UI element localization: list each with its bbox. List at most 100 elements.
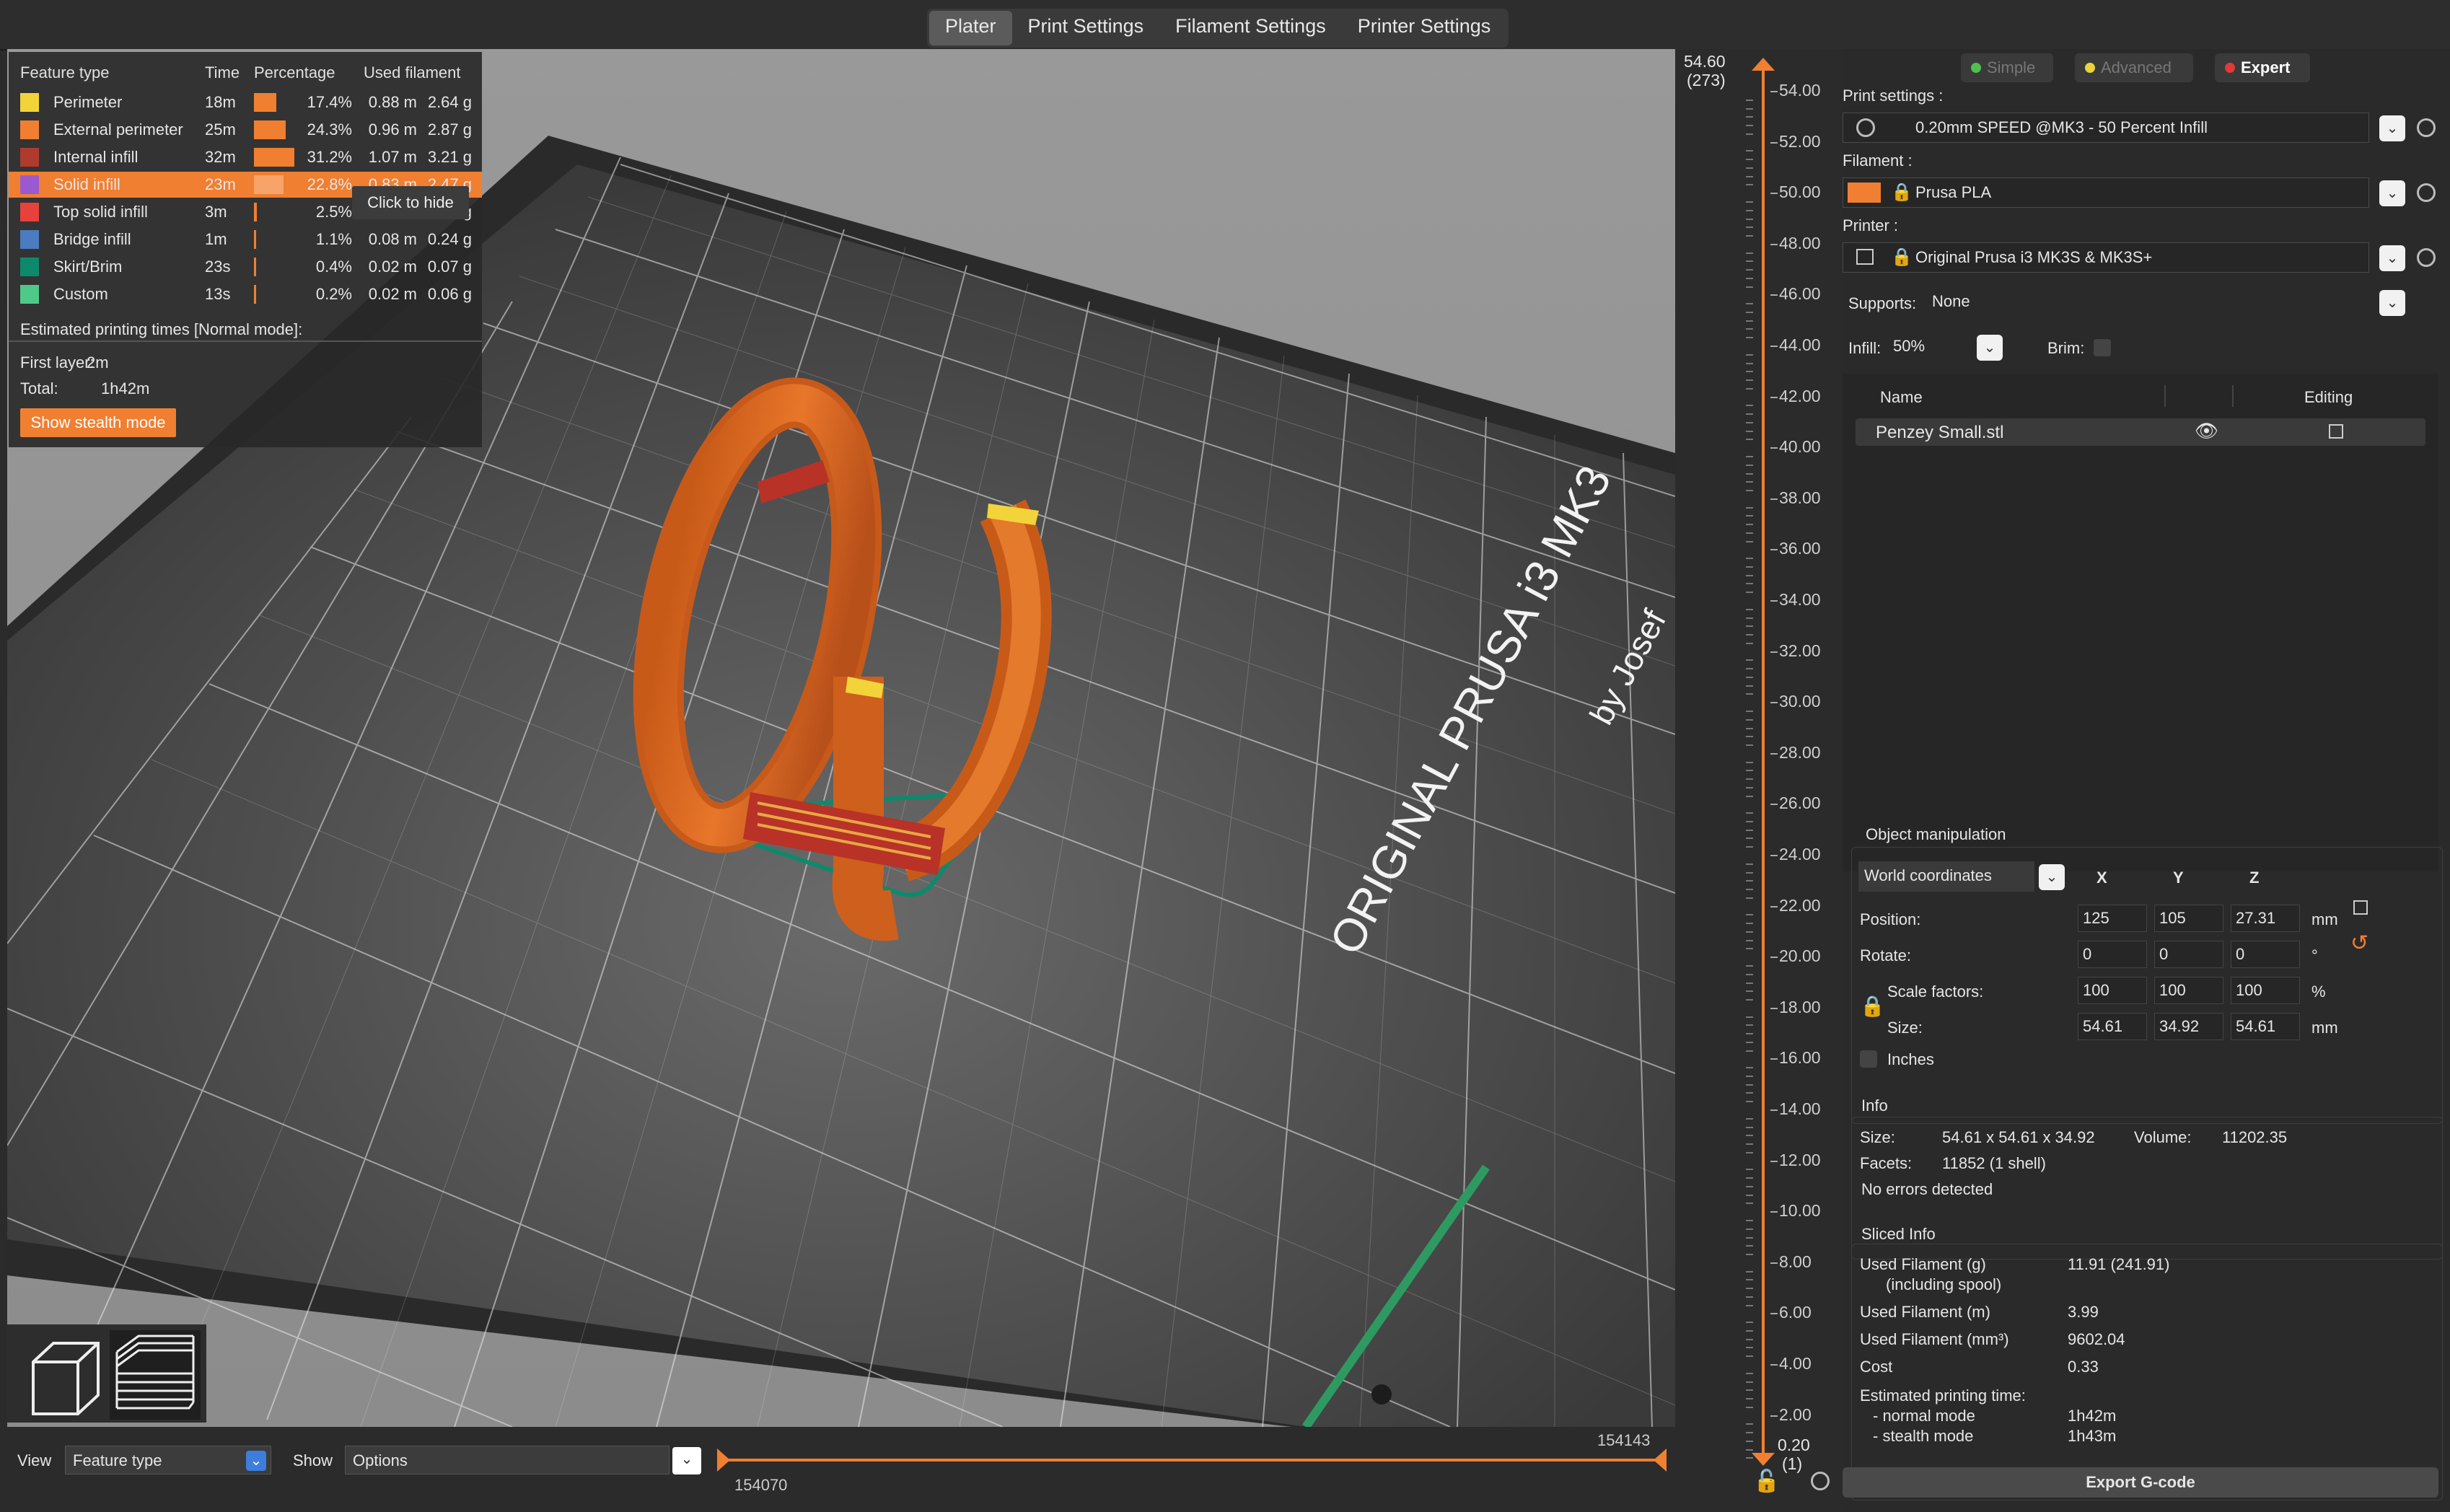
chevron-down-icon[interactable]: ⌄ [2379, 180, 2405, 206]
legend-row[interactable]: External perimeter 25m 24.3% 0.96 m 2.87 g [9, 117, 482, 143]
legend-row[interactable]: Internal infill 32m 31.2% 1.07 m 3.21 g [9, 144, 482, 170]
chevron-down-icon[interactable]: ⌄ [1977, 335, 2003, 361]
mode-expert-button[interactable]: Expert [2215, 53, 2310, 82]
legend-row[interactable]: Custom 13s 0.2% 0.02 m 0.06 g [9, 281, 482, 307]
v-slider-minor-tick [1746, 1101, 1753, 1103]
v-slider-minor-tick [1746, 964, 1753, 967]
show-stealth-mode-button[interactable]: Show stealth mode [20, 408, 176, 437]
export-gcode-button[interactable]: Export G-code [1843, 1467, 2438, 1498]
v-slider-tick-mark [1770, 91, 1778, 92]
gear-icon[interactable] [2417, 118, 2436, 137]
lock-icon: 🔒 [1891, 247, 1913, 267]
tab-printer-settings[interactable]: Printer Settings [1342, 11, 1507, 45]
drop-to-bed-icon[interactable] [2353, 900, 2368, 915]
rotate-label: Rotate: [1860, 946, 1911, 964]
filament-combo[interactable]: 🔒 Prusa PLA [1843, 177, 2369, 208]
v-slider-minor-tick [1746, 574, 1753, 576]
legend-row[interactable]: Skirt/Brim 23s 0.4% 0.02 m 0.07 g [9, 254, 482, 280]
size-y-field[interactable]: 34.92 [2154, 1013, 2223, 1040]
v-slider-tick-label: 46.00 [1779, 284, 1821, 304]
v-slider-tick-mark [1770, 752, 1778, 755]
horizontal-slider-left-thumb[interactable] [717, 1449, 730, 1472]
printer-combo[interactable]: 🔒 Original Prusa i3 MK3S & MK3S+ [1843, 242, 2369, 273]
rotate-z-field[interactable]: 0 [2231, 941, 2300, 968]
gear-icon[interactable] [2417, 183, 2436, 202]
reset-rotation-icon[interactable]: ↺ [2350, 931, 2368, 956]
scale-x-field[interactable]: 100 [2078, 977, 2147, 1004]
mode-simple-button[interactable]: Simple [1961, 53, 2053, 82]
3d-view-icon[interactable] [19, 1333, 102, 1417]
scale-y-field[interactable]: 100 [2154, 977, 2223, 1004]
v-slider-minor-tick [1746, 1016, 1753, 1018]
print-settings-combo[interactable]: 0.20mm SPEED @MK3 - 50 Percent Infill [1843, 113, 2369, 143]
show-select[interactable]: Options [345, 1446, 669, 1474]
rotate-y-field[interactable]: 0 [2154, 941, 2223, 968]
gear-icon[interactable] [1811, 1472, 1830, 1490]
v-slider-minor-tick [1746, 1203, 1753, 1205]
scale-z-field[interactable]: 100 [2231, 977, 2300, 1004]
v-slider-minor-tick [1746, 277, 1753, 279]
position-z-field[interactable]: 27.31 [2231, 905, 2300, 932]
v-slider-tick-mark [1770, 193, 1778, 195]
legend-row[interactable]: Bridge infill 1m 1.1% 0.08 m 0.24 g [9, 227, 482, 252]
tab-filament-settings[interactable]: Filament Settings [1159, 11, 1342, 45]
v-slider-minor-tick [1746, 430, 1753, 432]
v-slider-tick-label: 48.00 [1779, 233, 1821, 252]
v-slider-minor-tick [1746, 1279, 1753, 1281]
eye-icon[interactable]: 👁 [2195, 420, 2218, 442]
inches-checkbox[interactable] [1860, 1050, 1877, 1068]
list-item[interactable]: Penzey Small.stl 👁 [1856, 418, 2425, 446]
tab-print-settings[interactable]: Print Settings [1012, 11, 1160, 45]
mode-advanced-button[interactable]: Advanced [2075, 53, 2193, 82]
v-slider-minor-tick [1746, 421, 1753, 423]
horizontal-slider-right-thumb[interactable] [1654, 1449, 1667, 1472]
chevron-down-icon[interactable]: ⌄ [2379, 115, 2405, 141]
legend-row[interactable]: Perimeter 18m 17.4% 0.88 m 2.64 g [9, 89, 482, 115]
preview-view-icon[interactable] [110, 1330, 201, 1420]
v-slider-track[interactable] [1762, 68, 1765, 1453]
position-y-field[interactable]: 105 [2154, 905, 2223, 932]
cost-value: 0.33 [2068, 1358, 2099, 1376]
infill-combo[interactable]: 50% [1889, 332, 1990, 362]
edit-icon[interactable] [2329, 424, 2343, 439]
v-slider-minor-tick [1746, 1228, 1753, 1230]
v-slider-tick-label: 52.00 [1779, 131, 1821, 151]
v-slider-minor-tick [1746, 1296, 1753, 1298]
rotate-x-field[interactable]: 0 [2078, 941, 2147, 968]
layer-slider[interactable]: 54.60 (273) 54.00 52.00 50.00 48.00 46.00 44.… [1675, 49, 1843, 1512]
chevron-down-icon[interactable]: ⌄ [2379, 245, 2405, 271]
gear-icon [1856, 118, 1875, 137]
v-slider-tick-label: 8.00 [1779, 1252, 1812, 1271]
brim-checkbox[interactable] [2094, 339, 2111, 356]
v-slider-tick-mark [1770, 855, 1778, 856]
size-x-field[interactable]: 54.61 [2078, 1013, 2147, 1040]
unlock-icon[interactable]: 🔓 [1753, 1469, 1780, 1494]
v-slider-bottom-thumb[interactable] [1752, 1453, 1775, 1466]
sidebar-panel: Simple Advanced Expert Print settings : … [1843, 49, 2450, 1512]
coordinates-select[interactable]: World coordinates [1858, 861, 2034, 892]
v-slider-minor-tick [1746, 506, 1753, 509]
legend-time: 18m [205, 93, 236, 111]
v-slider-minor-tick [1746, 948, 1753, 950]
supports-combo[interactable]: None [1928, 287, 2369, 317]
chevron-down-icon[interactable]: ⌄ [672, 1447, 701, 1474]
v-slider-minor-tick [1746, 897, 1753, 899]
tab-plater[interactable]: Plater [929, 11, 1012, 45]
chevron-down-icon[interactable]: ⌄ [2379, 290, 2405, 316]
v-slider-minor-tick [1746, 405, 1753, 407]
view-toggle-panel [7, 1324, 206, 1423]
chevron-down-icon[interactable]: ⌄ [2039, 864, 2065, 890]
estimated-times-title: Estimated printing times [Normal mode]: [20, 320, 303, 338]
view-select[interactable]: Feature type ⌄ [65, 1446, 271, 1474]
v-slider-minor-tick [1746, 838, 1753, 840]
gear-icon[interactable] [2417, 248, 2436, 267]
v-slider-minor-tick [1746, 1329, 1753, 1332]
printer-label: Printer : [1843, 216, 1899, 234]
horizontal-slider-track[interactable] [724, 1459, 1662, 1462]
position-x-field[interactable]: 125 [2078, 905, 2147, 932]
v-slider-tick-label: 30.00 [1779, 692, 1821, 711]
size-z-field[interactable]: 54.61 [2231, 1013, 2300, 1040]
lock-icon[interactable]: 🔒 [1860, 994, 1885, 1018]
legend-length: 0.96 m [368, 120, 417, 139]
v-slider-tick-mark [1770, 957, 1778, 959]
